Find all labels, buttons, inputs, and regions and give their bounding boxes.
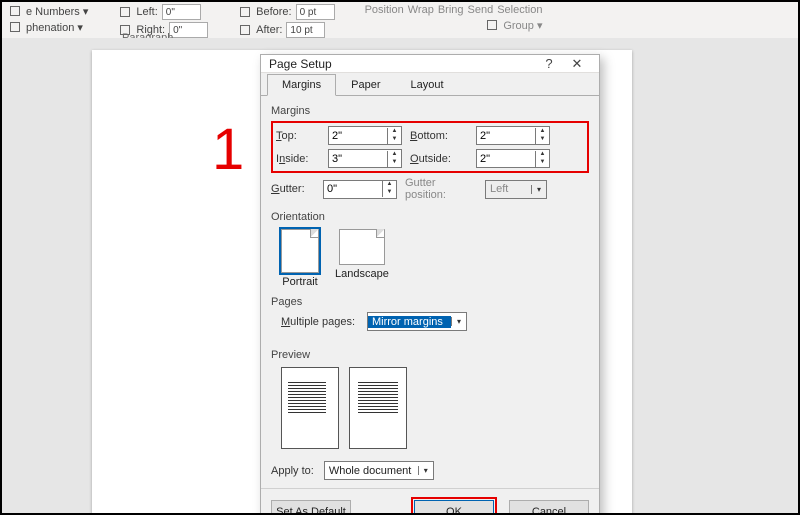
top-label: Top: (276, 130, 322, 142)
apply-to-label: Apply to: (271, 465, 314, 477)
indent-left-label: Left: (136, 6, 157, 18)
multiple-pages-select[interactable]: Mirror margins▾ (367, 312, 467, 331)
gutter-position-label: Gutter position: (405, 177, 479, 201)
spacing-before-input[interactable]: 0 pt (296, 4, 335, 20)
group-button[interactable]: Group ▾ (503, 19, 542, 32)
gutter-spinner[interactable]: ▲▼ (323, 180, 397, 199)
dialog-title: Page Setup (269, 57, 535, 71)
gutter-label: Gutter: (271, 183, 317, 195)
annotation-1: 1 (212, 116, 244, 183)
indent-left-input[interactable]: 0" (162, 4, 201, 20)
cancel-button[interactable]: Cancel (509, 500, 589, 515)
orientation-landscape[interactable]: Landscape (335, 229, 389, 288)
margins-highlight-box: Top: ▲▼ Bottom: ▲▼ Inside: ▲▼ Outside: ▲… (271, 121, 589, 173)
top-spinner[interactable]: ▲▼ (328, 126, 402, 145)
outside-label: Outside: (410, 153, 470, 165)
margins-group-title: Margins (271, 105, 589, 117)
tab-margins[interactable]: Margins (267, 74, 336, 96)
gutter-position-select: Left▾ (485, 180, 547, 199)
preview-area (281, 367, 589, 449)
orientation-portrait[interactable]: Portrait (281, 229, 319, 288)
spacing-before-icon (238, 5, 252, 19)
pages-group-title: Pages (271, 296, 589, 308)
bottom-spinner[interactable]: ▲▼ (476, 126, 550, 145)
close-button[interactable]: ✕ (563, 56, 591, 72)
bottom-label: Bottom: (410, 130, 470, 142)
ok-button[interactable]: OK (414, 500, 494, 515)
dialog-tabs: Margins Paper Layout (261, 73, 599, 96)
apply-to-select[interactable]: Whole document▾ (324, 461, 434, 480)
inside-spinner[interactable]: ▲▼ (328, 149, 402, 168)
tab-layout[interactable]: Layout (395, 74, 458, 96)
outside-spinner[interactable]: ▲▼ (476, 149, 550, 168)
spacing-after-input[interactable]: 10 pt (286, 22, 325, 38)
group-icon (485, 18, 499, 32)
multiple-pages-label: Multiple pages: (281, 316, 355, 328)
preview-group-title: Preview (271, 349, 589, 361)
ok-highlight: OK (411, 497, 497, 515)
inside-label: Inside: (276, 153, 322, 165)
indent-left-icon (118, 5, 132, 19)
dialog-titlebar[interactable]: Page Setup ? ✕ (261, 55, 599, 73)
tab-paper[interactable]: Paper (336, 74, 395, 96)
orientation-group-title: Orientation (271, 211, 589, 223)
page-area: 1 2 Page Setup ? ✕ Margins Paper Layout … (2, 38, 798, 513)
help-button[interactable]: ? (535, 56, 563, 71)
set-as-default-button[interactable]: Set As Default (271, 500, 351, 515)
hyphenation-button[interactable]: phenation ▾ (8, 20, 88, 34)
spacing-after-icon (238, 23, 252, 37)
page-setup-dialog: Page Setup ? ✕ Margins Paper Layout Marg… (260, 54, 600, 515)
line-numbers-button[interactable]: e Numbers ▾ (8, 4, 88, 18)
indent-right-input[interactable]: 0" (169, 22, 208, 38)
